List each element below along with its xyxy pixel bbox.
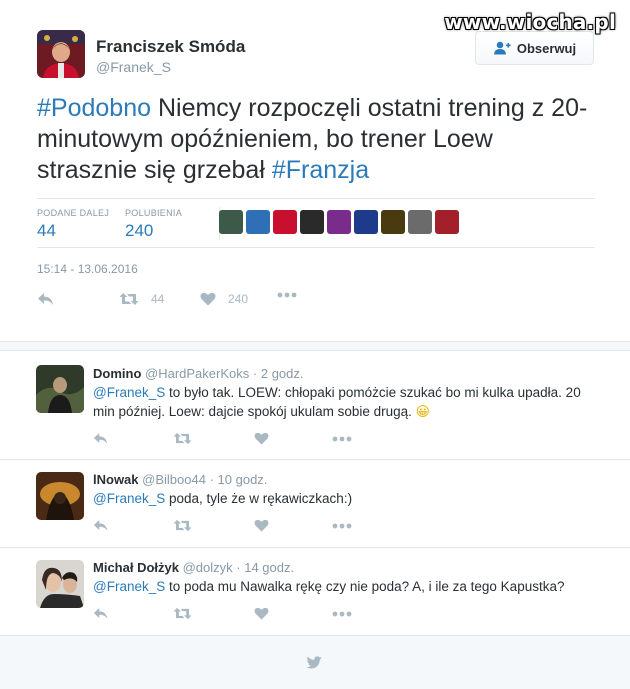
reply-time[interactable]: 10 godz.	[218, 472, 268, 487]
grin-emoji: 😀	[415, 404, 430, 419]
heart-icon	[200, 292, 216, 306]
retweet-icon	[173, 519, 192, 532]
follow-label: Obserwuj	[516, 40, 577, 56]
hashtag-podobno[interactable]: #Podobno	[37, 94, 151, 122]
retweet-icon	[173, 432, 192, 445]
more-icon	[332, 436, 352, 442]
reply-author-name[interactable]: lNowak	[93, 472, 139, 487]
more-icon	[332, 611, 352, 617]
mention-link[interactable]: @Franek_S	[93, 385, 165, 400]
like-count: 240	[228, 292, 249, 306]
reply-icon	[93, 608, 108, 619]
more-action[interactable]	[332, 611, 352, 617]
reply-header: lNowak @Bilboo44 · 10 godz.	[93, 472, 267, 487]
reply-body: to było tak. LOEW: chłopaki pomóżcie szu…	[93, 385, 581, 419]
liker-avatar[interactable]	[381, 210, 405, 234]
reply-action[interactable]	[93, 607, 109, 620]
liker-avatar[interactable]	[300, 210, 324, 234]
reply-time[interactable]: 14 godz.	[244, 560, 294, 575]
main-tweet: Franciszek Smóda @Franek_S Obserwuj #Pod…	[0, 0, 630, 342]
reply-time[interactable]: 2 godz.	[261, 366, 304, 381]
reply-header: Michał Dołżyk @dolzyk · 14 godz.	[93, 560, 294, 575]
reply-action[interactable]	[93, 432, 109, 445]
like-action[interactable]	[254, 519, 269, 532]
more-icon	[277, 292, 297, 298]
reply-header: Domino @HardPakerKoks · 2 godz.	[93, 366, 304, 381]
reply-body: to poda mu Nawalka rękę czy nie poda? A,…	[165, 579, 565, 594]
reply-author-handle[interactable]: @dolzyk	[183, 560, 233, 575]
retweet-action[interactable]	[173, 607, 192, 620]
reply-text: @Franek_S to było tak. LOEW: chłopaki po…	[93, 383, 603, 421]
liker-avatar[interactable]	[408, 210, 432, 234]
retweet-icon	[119, 293, 139, 305]
retweet-action[interactable]	[173, 519, 192, 532]
reply-tweet[interactable]: lNowak @Bilboo44 · 10 godz. @Franek_S po…	[0, 460, 630, 548]
retweet-count: 44	[151, 292, 165, 306]
liker-avatar[interactable]	[219, 210, 243, 234]
reply-action[interactable]	[93, 519, 109, 532]
more-icon	[332, 523, 352, 529]
reply-tweet[interactable]: Michał Dołżyk @dolzyk · 14 godz. @Franek…	[0, 548, 630, 636]
more-action[interactable]	[332, 436, 352, 442]
retweets-stat[interactable]: PODANE DALEJ 44	[37, 208, 109, 241]
more-action[interactable]	[332, 523, 352, 529]
retweet-action[interactable]	[173, 432, 192, 445]
reply-text: @Franek_S poda, tyle że w rękawiczkach:)	[93, 489, 603, 508]
tweet-text: #Podobno Niemcy rozpoczęli ostatni treni…	[37, 93, 597, 186]
mention-link[interactable]: @Franek_S	[93, 579, 165, 594]
reply-author-name[interactable]: Domino	[93, 366, 141, 381]
liker-avatars	[219, 210, 459, 234]
stats-bar: PODANE DALEJ 44 POLUBIENIA 240	[37, 198, 595, 248]
reply-icon	[93, 433, 108, 444]
reply-author-name[interactable]: Michał Dołżyk	[93, 560, 179, 575]
likes-label: POLUBIENIA	[125, 208, 183, 218]
heart-icon	[254, 432, 269, 445]
reply-action[interactable]	[37, 292, 55, 306]
footer	[0, 636, 630, 689]
author-avatar[interactable]	[37, 30, 85, 78]
reply-icon	[38, 293, 53, 305]
follow-user-icon	[493, 41, 511, 55]
like-action[interactable]: 240	[200, 292, 248, 306]
section-divider	[0, 341, 630, 351]
reply-dot: ·	[236, 560, 241, 575]
likes-value: 240	[125, 221, 154, 240]
reply-avatar-lnowak[interactable]	[36, 472, 84, 520]
likes-stat[interactable]: POLUBIENIA 240	[125, 208, 182, 241]
retweets-value: 44	[37, 221, 56, 240]
reply-dot: ·	[252, 366, 258, 381]
reply-body: poda, tyle że w rękawiczkach:)	[165, 491, 353, 506]
retweet-action[interactable]: 44	[119, 292, 164, 306]
author-name[interactable]: Franciszek Smóda	[96, 37, 245, 57]
watermark: www.wiocha.pl	[444, 10, 616, 34]
liker-avatar[interactable]	[273, 210, 297, 234]
mention-link[interactable]: @Franek_S	[93, 491, 165, 506]
reply-avatar-michal[interactable]	[36, 560, 84, 608]
liker-avatar[interactable]	[354, 210, 378, 234]
author-handle[interactable]: @Franek_S	[96, 59, 171, 75]
reply-tweet[interactable]: Domino @HardPakerKoks · 2 godz. @Franek_…	[0, 352, 630, 460]
twitter-bird-icon[interactable]	[305, 654, 327, 672]
heart-icon	[254, 607, 269, 620]
tweet-timestamp[interactable]: 15:14 - 13.06.2016	[37, 262, 138, 276]
reply-avatar-domino[interactable]	[36, 365, 84, 413]
retweets-label: PODANE DALEJ	[37, 208, 110, 218]
reply-icon	[93, 520, 108, 531]
retweet-icon	[173, 607, 192, 620]
like-action[interactable]	[254, 432, 269, 445]
like-action[interactable]	[254, 607, 269, 620]
heart-icon	[254, 519, 269, 532]
reply-author-handle[interactable]: @Bilboo44	[142, 472, 206, 487]
hashtag-franzja[interactable]: #Franzja	[272, 156, 369, 184]
reply-author-handle[interactable]: @HardPakerKoks	[145, 366, 249, 381]
more-action[interactable]	[277, 292, 297, 298]
follow-button[interactable]: Obserwuj	[475, 31, 594, 65]
liker-avatar[interactable]	[327, 210, 351, 234]
liker-avatar[interactable]	[435, 210, 459, 234]
reply-text: @Franek_S to poda mu Nawalka rękę czy ni…	[93, 577, 603, 596]
reply-dot: ·	[209, 472, 214, 487]
liker-avatar[interactable]	[246, 210, 270, 234]
